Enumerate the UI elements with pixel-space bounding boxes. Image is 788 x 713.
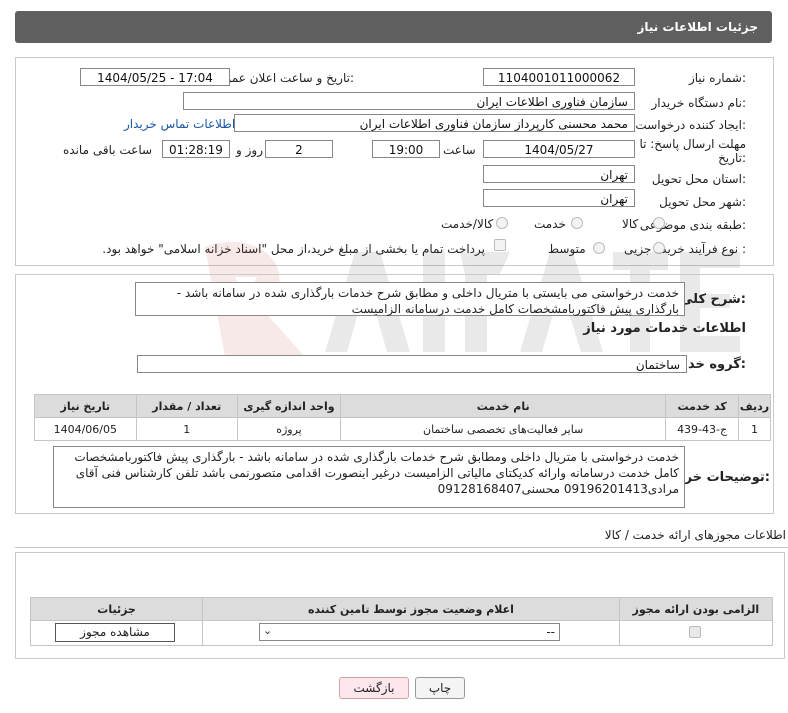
permits-title: اطلاعات مجوزهای ارائه خدمت / کالا — [604, 528, 786, 542]
city-label: شهر محل تحویل: — [659, 195, 746, 209]
buyer-notes-textarea[interactable]: خدمت درخواستی با متریال داخلی ومطابق شرح… — [53, 446, 685, 508]
col-name-header: نام خدمت — [340, 394, 667, 418]
col-row-header: ردیف — [737, 394, 772, 418]
need-number-label: شماره نیاز: — [688, 71, 746, 85]
days-field: 2 — [265, 140, 333, 158]
col-date-header: تاریخ نیاز — [34, 394, 137, 418]
select-value: -- — [546, 625, 555, 639]
announce-date-label: تاریخ و ساعت اعلان عمومی: — [209, 71, 354, 85]
category-option-both-label: کالا/خدمت — [441, 217, 494, 231]
need-number-field: 1104001011000062 — [483, 68, 635, 86]
cell-name: سایر فعالیت‌های تخصصی ساختمان — [340, 417, 667, 441]
services-table: تاریخ نیاز تعداد / مقدار واحد اندازه گیر… — [34, 394, 772, 441]
deadline-time-label: ساعت — [443, 143, 476, 157]
days-label: روز و — [236, 143, 263, 157]
announce-date-field: 1404/05/25 - 17:04 — [80, 68, 230, 86]
table-row: 1404/06/05 1 پروژه سایر فعالیت‌های تخصصی… — [34, 417, 772, 441]
cell-unit: پروژه — [236, 417, 342, 441]
remaining-label: ساعت باقی مانده — [63, 143, 153, 157]
requester-field: محمد محسنی کارپرداز سازمان فناوری اطلاعا… — [234, 114, 635, 132]
buyer-contact-link[interactable]: اطلاعات تماس خریدار — [124, 117, 235, 131]
permit-required-header: الزامی بودن ارائه مجوز — [618, 597, 774, 621]
province-field: تهران — [483, 165, 635, 183]
remaining-time-field: 01:28:19 — [162, 140, 230, 158]
province-label: استان محل تحویل: — [651, 172, 746, 186]
permit-status-header: اعلام وضعیت مجوز توسط تامین کننده — [202, 597, 620, 621]
category-option-goods-label: کالا — [622, 217, 639, 231]
permits-title-bar: اطلاعات مجوزهای ارائه خدمت / کالا — [15, 525, 788, 548]
cell-date: 1404/06/05 — [34, 417, 137, 441]
deadline-time-field: 19:00 — [372, 140, 440, 158]
category-service-radio[interactable] — [571, 217, 583, 229]
permit-status-select[interactable]: -- ⌄ — [259, 623, 560, 641]
buyer-org-label: نام دستگاه خریدار: — [651, 96, 747, 110]
summary-textarea[interactable]: خدمت درخواستی می بایستی با متریال داخلی … — [135, 282, 685, 316]
requester-label: ایجاد کننده درخواست: — [635, 118, 746, 132]
deadline-label-1: مهلت ارسال پاسخ: تا — [639, 137, 746, 151]
page-header: جزئیات اطلاعات نیاز — [15, 11, 772, 43]
chevron-down-icon: ⌄ — [263, 624, 273, 637]
print-button[interactable]: چاپ — [415, 677, 465, 699]
col-unit-header: واحد اندازه گیری — [236, 394, 342, 418]
cell-code: ج-43-439 — [665, 417, 739, 441]
view-permit-button[interactable]: مشاهده مجوز — [55, 623, 175, 642]
buyer-org-field: سازمان فناوری اطلاعات ایران — [183, 92, 635, 110]
permit-details-header: جزئیات — [29, 597, 204, 621]
permit-required-checkbox — [689, 626, 701, 638]
col-code-header: کد خدمت — [665, 394, 739, 418]
page-title: جزئیات اطلاعات نیاز — [637, 20, 758, 34]
category-both-radio[interactable] — [496, 217, 508, 229]
col-qty-header: تعداد / مقدار — [135, 394, 238, 418]
category-goods-radio[interactable] — [653, 217, 665, 229]
cell-row: 1 — [737, 417, 772, 441]
service-group-field: ساختمان — [137, 355, 687, 373]
cell-qty: 1 — [135, 417, 238, 441]
deadline-date-field: 1404/05/27 — [483, 140, 635, 158]
city-field: تهران — [483, 189, 635, 207]
back-button[interactable]: بازگشت — [339, 677, 409, 699]
services-section-title: اطلاعات خدمات مورد نیاز — [583, 321, 746, 336]
deadline-label-2: تاریخ: — [718, 151, 746, 165]
category-option-service-label: خدمت — [534, 217, 566, 231]
